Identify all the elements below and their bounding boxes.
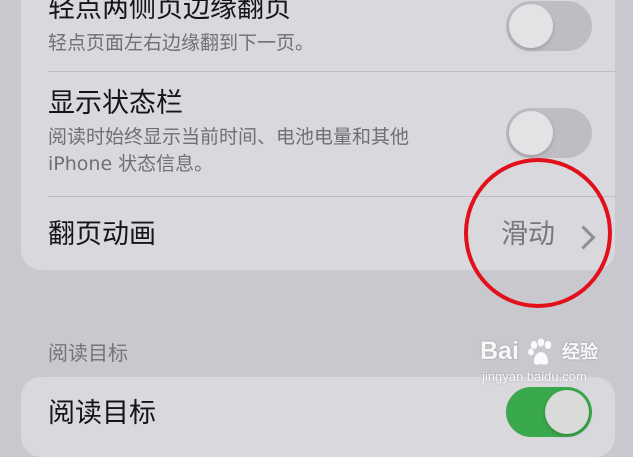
row-title: 轻点两侧页边缘翻页 <box>48 0 291 24</box>
toggle-knob <box>509 4 553 48</box>
row-title: 翻页动画 <box>48 219 156 250</box>
row-subtitle: 轻点页面左右边缘翻到下一页。 <box>48 32 315 54</box>
watermark-brand: Bai <box>480 337 519 365</box>
paw-icon <box>528 338 552 365</box>
toggle-knob <box>545 390 589 434</box>
section-header-reading-goal: 阅读目标 <box>48 341 128 365</box>
row-title: 阅读目标 <box>48 398 156 429</box>
reading-goal-row[interactable]: 阅读目标 <box>21 377 615 457</box>
watermark-url: jingyan.baidu.com <box>482 369 587 384</box>
tap-edge-turn-toggle[interactable] <box>506 1 592 51</box>
reading-goal-toggle[interactable] <box>506 387 592 437</box>
watermark-brand-suffix: 经验 <box>562 342 598 363</box>
status-bar-toggle[interactable] <box>506 108 592 158</box>
baidu-jingyan-watermark: Bai 经验 jingyan.baidu.com <box>480 336 628 384</box>
row-title: 显示状态栏 <box>48 88 183 119</box>
toggle-knob <box>509 111 553 155</box>
red-annotation-circle <box>464 158 612 308</box>
reading-goal-card: 阅读目标 <box>21 377 615 457</box>
tap-edge-turn-row[interactable]: 轻点两侧页边缘翻页 轻点页面左右边缘翻到下一页。 <box>21 0 615 72</box>
row-subtitle: 阅读时始终显示当前时间、电池电量和其他 iPhone 状态信息。 <box>48 126 410 175</box>
